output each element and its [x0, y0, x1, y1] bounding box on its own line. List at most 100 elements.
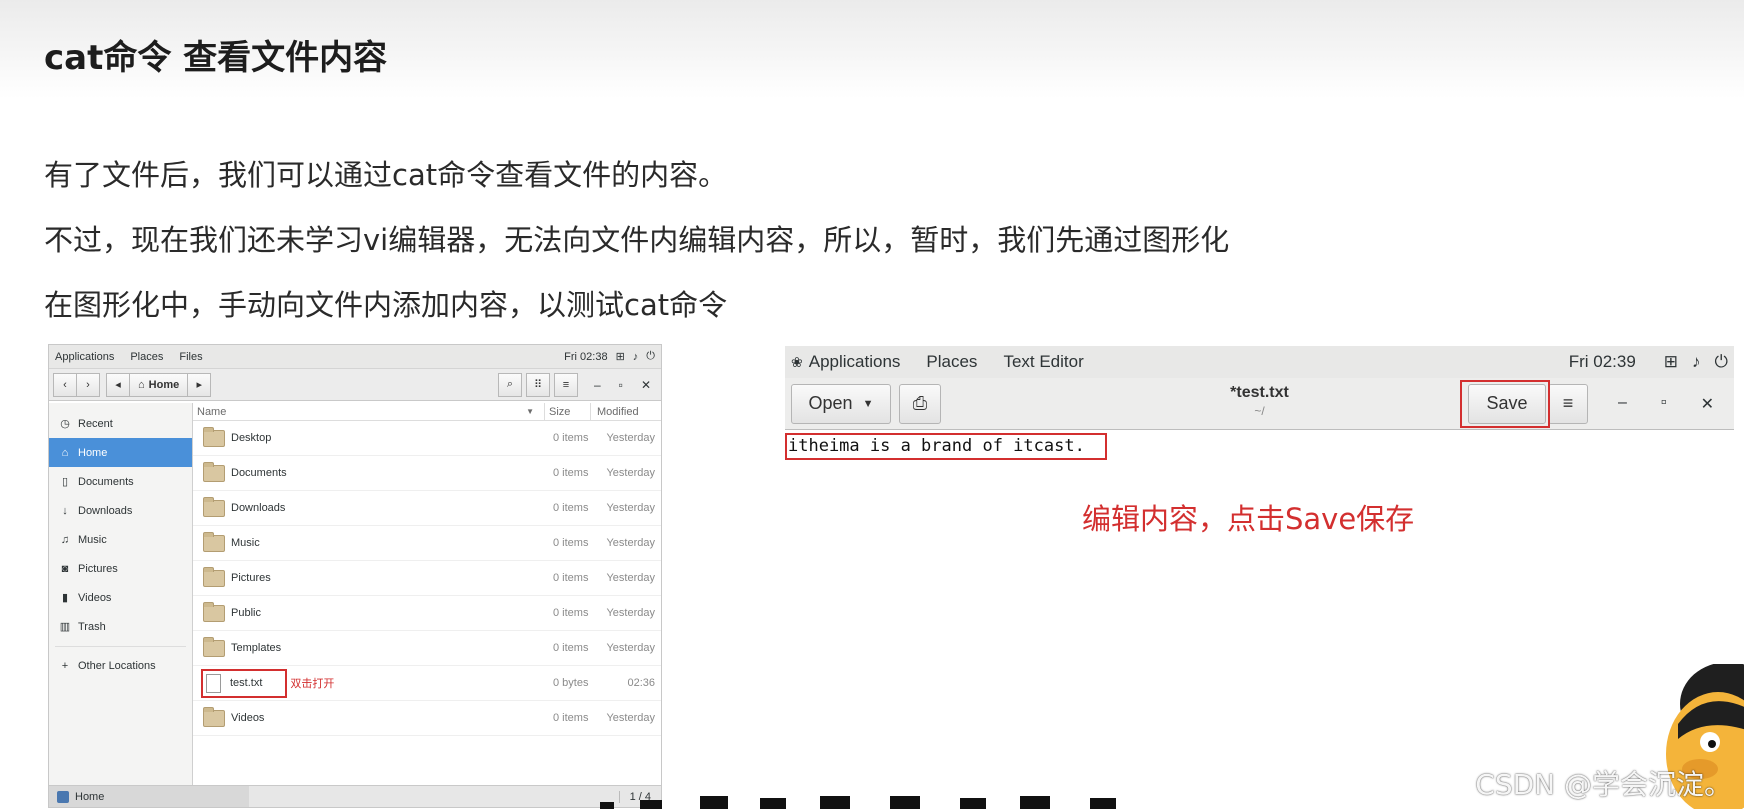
sidebar-label: Music — [78, 533, 107, 546]
path-right-button[interactable]: ▸ — [187, 372, 212, 397]
file-name: Templates — [231, 642, 282, 654]
sidebar-item-pictures[interactable]: ◙ Pictures — [49, 554, 192, 583]
column-modified[interactable]: Modified — [591, 406, 661, 418]
sidebar-item-downloads[interactable]: ↓ Downloads — [49, 496, 192, 525]
taskbar-home[interactable]: Home — [49, 786, 249, 807]
grid-view-button[interactable]: ⠿ — [525, 372, 550, 397]
chevron-down-icon: ▼ — [862, 397, 874, 410]
applications-menu[interactable]: ❀ Applications — [791, 352, 900, 372]
file-modified: Yesterday — [606, 432, 655, 444]
sidebar-item-documents[interactable]: ▯ Documents — [49, 467, 192, 496]
forward-button[interactable]: › — [76, 372, 100, 397]
sidebar-item-trash[interactable]: ▥ Trash — [49, 612, 192, 641]
column-size[interactable]: Size — [545, 403, 591, 420]
file-size: 0 items — [553, 607, 589, 619]
new-document-icon: ⎙ — [912, 393, 928, 413]
menu-icon: ≡ — [562, 378, 570, 391]
file-list: Name ▼ Size Modified Desktop 0 items Yester… — [193, 403, 661, 785]
places-menu[interactable]: Places — [130, 351, 163, 363]
sidebar-label: Home — [78, 446, 108, 459]
column-name[interactable]: Name ▼ — [193, 403, 545, 420]
volume-icon[interactable]: ♪ — [1692, 352, 1701, 372]
network-icon[interactable]: ⊞ — [1664, 352, 1678, 372]
sidebar-label: Downloads — [78, 504, 133, 517]
open-button[interactable]: Open ▼ — [791, 383, 891, 424]
folder-icon — [203, 706, 225, 727]
table-row[interactable]: Videos 0 items Yesterday — [193, 701, 661, 736]
table-row[interactable]: Documents 0 items Yesterday — [193, 456, 661, 491]
applications-menu[interactable]: Applications — [55, 351, 114, 363]
power-icon[interactable]: ⏻ — [646, 350, 655, 363]
table-row[interactable]: Downloads 0 items Yesterday — [193, 491, 661, 526]
paragraph-3: 在图形化中，手动向文件内添加内容，以测试cat命令 — [44, 288, 728, 322]
maximize-button[interactable]: ▫ — [1661, 394, 1667, 414]
files-menu[interactable]: Files — [179, 351, 202, 363]
close-button[interactable]: ✕ — [1701, 394, 1714, 414]
path-home-button[interactable]: ⌂ Home — [129, 372, 189, 397]
sidebar-item-home[interactable]: ⌂ Home — [49, 438, 192, 467]
sidebar-item-other-locations[interactable]: + Other Locations — [49, 651, 192, 680]
files-app-icon — [57, 790, 69, 803]
back-button[interactable]: ‹ — [53, 372, 77, 397]
table-row[interactable]: Pictures 0 items Yesterday — [193, 561, 661, 596]
file-modified: Yesterday — [606, 642, 655, 654]
path-left-button[interactable]: ◂ — [106, 372, 130, 397]
clock[interactable]: Fri 02:39 — [1569, 352, 1636, 372]
close-button[interactable]: ✕ — [641, 378, 651, 392]
folder-icon — [203, 531, 225, 552]
content-highlight-box — [785, 433, 1107, 460]
search-button[interactable]: ⌕ — [497, 372, 522, 397]
file-modified: Yesterday — [606, 607, 655, 619]
places-menu[interactable]: Places — [926, 352, 977, 372]
path-home-label: Home — [148, 378, 180, 391]
volume-icon[interactable]: ♪ — [633, 351, 639, 363]
sidebar-label: Trash — [78, 620, 106, 633]
sidebar-item-music[interactable]: ♫ Music — [49, 525, 192, 554]
document-icon: ▯ — [61, 476, 69, 488]
folder-icon — [203, 601, 225, 622]
file-name: Pictures — [231, 572, 271, 584]
sidebar-divider — [55, 641, 186, 647]
file-modified: Yesterday — [606, 572, 655, 584]
sidebar-label: Recent — [78, 417, 113, 430]
table-row[interactable]: Templates 0 items Yesterday — [193, 631, 661, 666]
grid-icon: ⠿ — [533, 379, 543, 391]
trash-icon: ▥ — [59, 621, 71, 633]
sidebar-item-recent[interactable]: ◷ Recent — [49, 409, 192, 438]
sidebar-label: Pictures — [78, 562, 118, 575]
network-icon[interactable]: ⊞ — [616, 350, 625, 363]
music-icon: ♫ — [60, 533, 70, 546]
home-icon: ⌂ — [138, 378, 145, 391]
power-icon[interactable]: ⏻ — [1715, 352, 1728, 372]
table-row[interactable]: Public 0 items Yesterday — [193, 596, 661, 631]
table-row-test-txt[interactable]: test.txt 双击打开 0 bytes 02:36 — [193, 666, 661, 701]
search-icon: ⌕ — [506, 378, 514, 390]
file-list-header: Name ▼ Size Modified — [193, 403, 661, 421]
paragraph-2: 不过，现在我们还未学习vi编辑器，无法向文件内编辑内容，所以，暂时，我们先通过图… — [44, 223, 1230, 257]
file-size: 0 items — [553, 712, 589, 724]
maximize-button[interactable]: ▫ — [619, 378, 623, 392]
new-document-button[interactable]: ⎙ — [899, 383, 941, 424]
editor-text-content[interactable]: itheima is a brand of itcast. — [785, 433, 1107, 460]
save-annotation: 编辑内容，点击Save保存 — [1082, 502, 1415, 536]
minimize-button[interactable]: – — [1618, 394, 1627, 414]
folder-icon — [203, 496, 225, 517]
sidebar-item-videos[interactable]: ▮ Videos — [49, 583, 192, 612]
page-title: cat命令 查看文件内容 — [44, 38, 388, 78]
camera-icon: ◙ — [61, 562, 69, 575]
file-size: 0 items — [553, 432, 589, 444]
file-name: Videos — [231, 712, 265, 724]
minimize-button[interactable]: – — [594, 378, 601, 392]
menu-button[interactable]: ≡ — [553, 372, 578, 397]
text-editor-menu[interactable]: Text Editor — [1003, 352, 1083, 372]
files-toolbar: ‹ › ◂ ⌂ Home ▸ ⌕ ⠿ ≡ – ▫ ✕ — [49, 369, 661, 401]
csdn-watermark: CSDN @学会沉淀。 — [1475, 768, 1732, 801]
table-row[interactable]: Desktop 0 items Yesterday — [193, 421, 661, 456]
menu-button[interactable]: ≡ — [1548, 383, 1589, 424]
sidebar-label: Documents — [78, 475, 134, 488]
file-size: 0 items — [553, 642, 589, 654]
table-row[interactable]: Music 0 items Yesterday — [193, 526, 661, 561]
file-modified: Yesterday — [606, 712, 655, 724]
clock[interactable]: Fri 02:38 — [564, 351, 607, 363]
files-window: Applications Places Files Fri 02:38 ⊞ ♪ … — [48, 344, 662, 808]
